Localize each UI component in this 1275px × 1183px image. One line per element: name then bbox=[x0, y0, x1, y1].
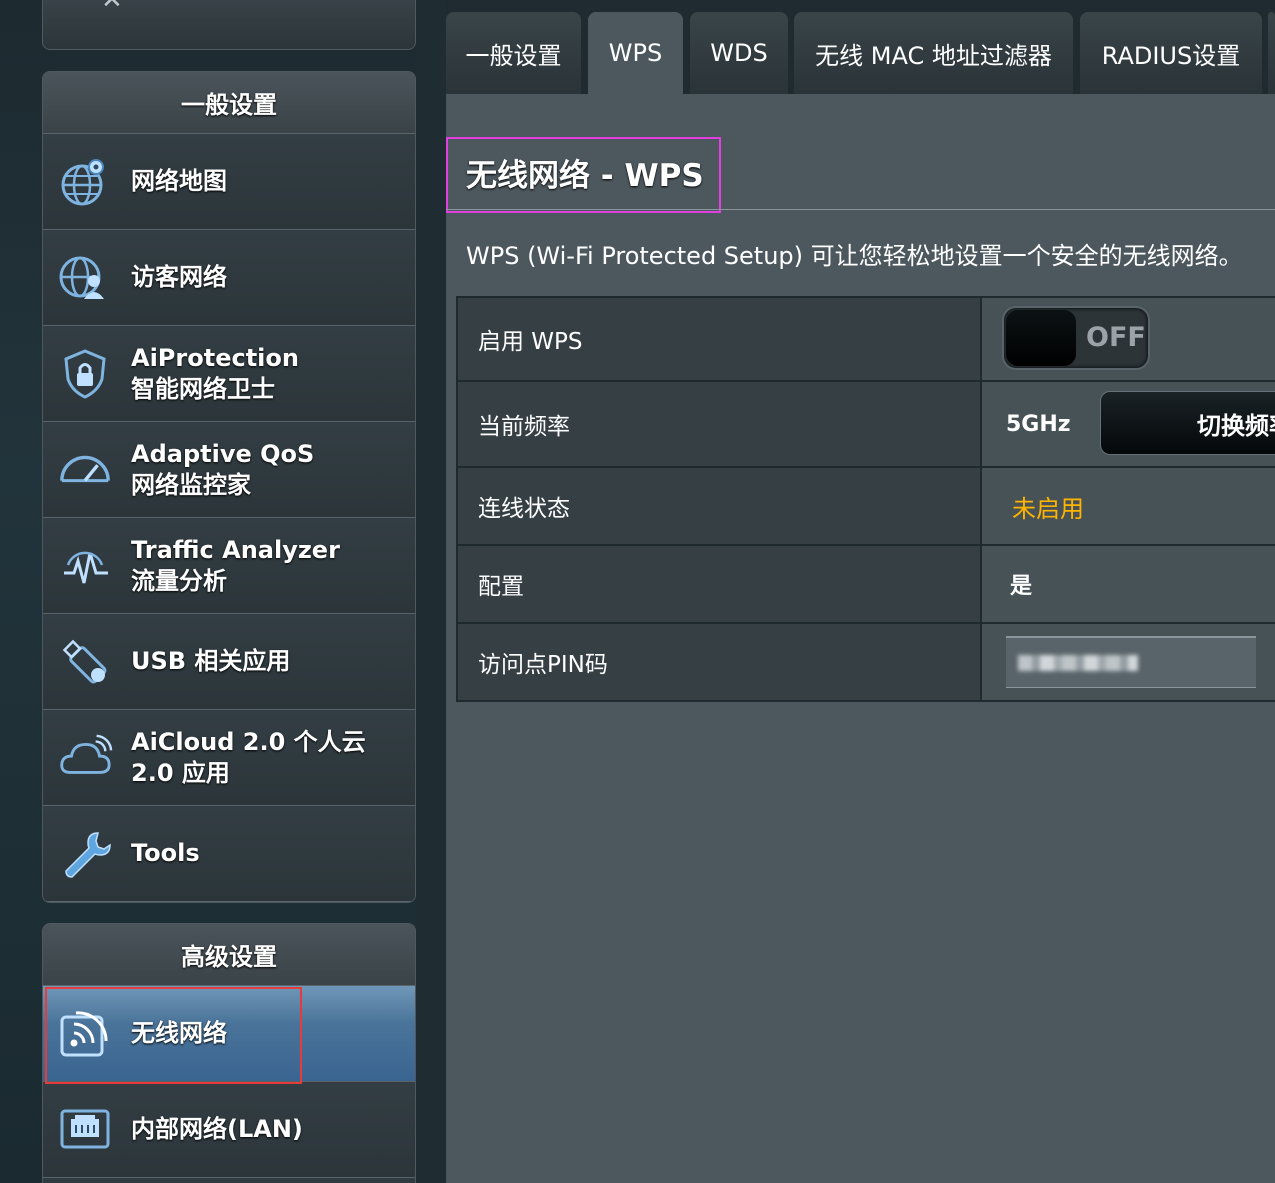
frequency-label: 当前频率 bbox=[458, 382, 982, 466]
sidebar-top-panel: ✕ bbox=[42, 0, 416, 50]
ap-pin-redacted bbox=[1018, 654, 1138, 671]
sidebar-item-adaptive-qos[interactable]: Adaptive QoS 网络监控家 bbox=[43, 422, 415, 518]
wps-settings-table: 启用 WPS OFF 当前频率 5GHz 切换频率 连线状态 未启用 配置 bbox=[456, 296, 1275, 702]
sidebar-item-label: Tools bbox=[131, 839, 200, 867]
sidebar-item-label: USB 相关应用 bbox=[131, 647, 291, 675]
sidebar-item-label: 内部网络(LAN) bbox=[131, 1115, 303, 1143]
tab-wps[interactable]: WPS bbox=[588, 12, 683, 94]
tab-overflow[interactable] bbox=[1268, 12, 1275, 94]
enable-wps-toggle[interactable]: OFF bbox=[1002, 306, 1150, 370]
sidebar-item-label: 访客网络 bbox=[131, 263, 227, 291]
shield-lock-icon bbox=[57, 346, 113, 402]
frequency-value-cell: 5GHz 切换频率 bbox=[982, 382, 1275, 466]
sidebar-gutter bbox=[416, 0, 446, 1183]
tab-mac-filter[interactable]: 无线 MAC 地址过滤器 bbox=[794, 12, 1073, 94]
connection-status-label: 连线状态 bbox=[458, 468, 982, 544]
enable-wps-label: 启用 WPS bbox=[458, 298, 982, 380]
table-row: 启用 WPS OFF bbox=[458, 298, 1275, 382]
sidebar-item-usb-applications[interactable]: USB 相关应用 bbox=[43, 614, 415, 710]
sidebar-general-panel: 一般设置 网络地图 访客网络 AiProtection 智能网络卫士 Adapt… bbox=[42, 71, 416, 903]
tools-stub-icon: ✕ bbox=[101, 0, 123, 15]
ap-pin-label: 访问点PIN码 bbox=[458, 624, 982, 700]
title-divider bbox=[721, 209, 1275, 210]
tab-bar: 一般设置 WPS WDS 无线 MAC 地址过滤器 RADIUS设置 bbox=[446, 0, 1275, 94]
toggle-knob bbox=[1006, 310, 1076, 366]
general-settings-header: 一般设置 bbox=[43, 72, 415, 134]
configured-cell: 是 bbox=[982, 546, 1275, 622]
ap-pin-field[interactable] bbox=[1006, 636, 1256, 688]
sidebar-item-label: Traffic Analyzer 流量分析 bbox=[131, 535, 340, 595]
usb-icon bbox=[57, 634, 113, 690]
sidebar-item-network-map[interactable]: 网络地图 bbox=[43, 134, 415, 230]
table-row: 访问点PIN码 bbox=[458, 624, 1275, 702]
sidebar-item-aicloud[interactable]: AiCloud 2.0 个人云 2.0 应用 bbox=[43, 710, 415, 806]
lan-icon bbox=[57, 1102, 113, 1158]
sidebar-item-tools[interactable]: Tools bbox=[43, 806, 415, 902]
table-row: 当前频率 5GHz 切换频率 bbox=[458, 382, 1275, 468]
guest-network-icon bbox=[57, 250, 113, 306]
sidebar-item-traffic-analyzer[interactable]: Traffic Analyzer 流量分析 bbox=[43, 518, 415, 614]
sidebar-item-label: 网络地图 bbox=[131, 167, 227, 195]
sidebar-item-label: Adaptive QoS 网络监控家 bbox=[131, 439, 315, 499]
cloud-icon bbox=[57, 730, 113, 786]
traffic-analyzer-icon bbox=[57, 538, 113, 594]
toggle-state-text: OFF bbox=[1086, 322, 1146, 353]
table-row: 配置 是 bbox=[458, 546, 1275, 624]
table-row: 连线状态 未启用 bbox=[458, 468, 1275, 546]
connection-status-cell: 未启用 bbox=[982, 468, 1275, 544]
sidebar-item-label: 无线网络 bbox=[131, 1019, 227, 1047]
sidebar-item-label: AiProtection 智能网络卫士 bbox=[131, 343, 299, 403]
sidebar-item-lan[interactable]: 内部网络(LAN) bbox=[43, 1082, 415, 1178]
sidebar-item-label: AiCloud 2.0 个人云 2.0 应用 bbox=[131, 727, 366, 787]
frequency-value: 5GHz bbox=[1006, 411, 1071, 437]
configured-label: 配置 bbox=[458, 546, 982, 622]
sidebar-item-guest-network[interactable]: 访客网络 bbox=[43, 230, 415, 326]
switch-frequency-button[interactable]: 切换频率 bbox=[1100, 391, 1275, 455]
wrench-icon bbox=[57, 826, 113, 882]
title-divider-left bbox=[446, 209, 721, 210]
page-title: 无线网络 - WPS bbox=[466, 158, 704, 194]
wireless-icon bbox=[57, 1006, 113, 1062]
globe-pin-icon bbox=[57, 154, 113, 210]
tab-radius[interactable]: RADIUS设置 bbox=[1080, 12, 1262, 94]
advanced-settings-header: 高级设置 bbox=[43, 924, 415, 986]
sidebar-item-wireless[interactable]: 无线网络 bbox=[43, 986, 415, 1082]
tab-wds[interactable]: WDS bbox=[690, 12, 788, 94]
tab-general[interactable]: 一般设置 bbox=[446, 12, 581, 94]
configured-value: 是 bbox=[1010, 574, 1033, 599]
page-description: WPS (Wi-Fi Protected Setup) 可让您轻松地设置一个安全… bbox=[466, 242, 1243, 270]
ap-pin-cell bbox=[982, 624, 1275, 700]
main-content: 一般设置 WPS WDS 无线 MAC 地址过滤器 RADIUS设置 无线网络 … bbox=[446, 0, 1275, 1183]
speedometer-icon bbox=[57, 442, 113, 498]
sidebar-advanced-panel: 高级设置 无线网络 内部网络(LAN) bbox=[42, 923, 416, 1183]
connection-status-value: 未启用 bbox=[1012, 494, 1084, 523]
enable-wps-value: OFF bbox=[982, 298, 1275, 380]
sidebar-item-aiprotection[interactable]: AiProtection 智能网络卫士 bbox=[43, 326, 415, 422]
